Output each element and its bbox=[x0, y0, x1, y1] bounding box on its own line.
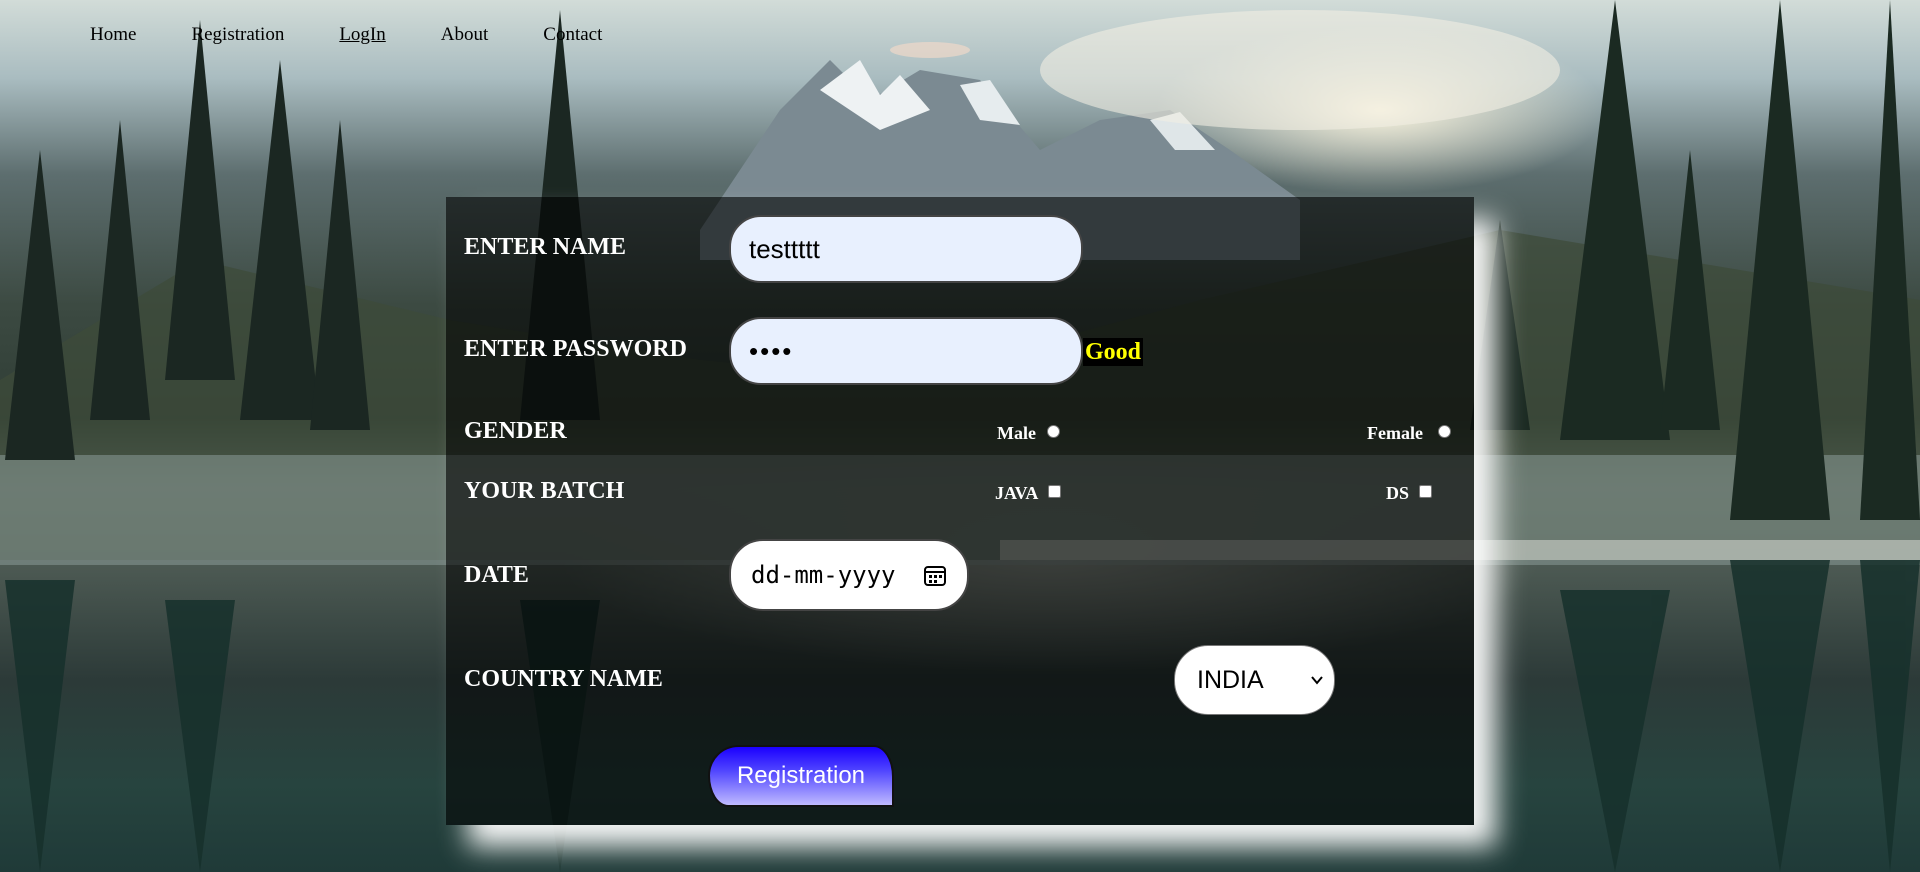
gender-male-radio[interactable] bbox=[1047, 425, 1060, 438]
nav-contact-link[interactable]: Contact bbox=[543, 24, 602, 46]
date-placeholder: dd-mm-yyyy bbox=[751, 561, 896, 589]
registration-submit-button[interactable]: Registration bbox=[708, 745, 894, 807]
batch-ds-label: DS bbox=[1386, 483, 1410, 503]
country-select[interactable]: INDIA bbox=[1174, 645, 1335, 715]
gender-female-radio[interactable] bbox=[1438, 425, 1451, 438]
gender-male-label: Male bbox=[997, 423, 1036, 443]
calendar-icon[interactable] bbox=[923, 563, 947, 587]
batch-label: YOUR BATCH bbox=[464, 478, 625, 504]
nav-home-link[interactable]: Home bbox=[90, 24, 136, 46]
country-label: COUNTRY NAME bbox=[464, 666, 663, 692]
gender-female-label: Female bbox=[1367, 423, 1423, 443]
date-label: DATE bbox=[464, 562, 529, 588]
password-strength-indicator: Good bbox=[1083, 338, 1144, 366]
batch-ds-checkbox[interactable] bbox=[1419, 485, 1432, 498]
password-label: ENTER PASSWORD bbox=[464, 336, 687, 362]
date-input[interactable]: dd-mm-yyyy bbox=[729, 539, 969, 611]
nav-registration-link[interactable]: Registration bbox=[191, 24, 284, 46]
nav-login-link[interactable]: LogIn bbox=[339, 24, 385, 46]
chevron-down-icon bbox=[1311, 676, 1323, 685]
country-selected-value: INDIA bbox=[1197, 665, 1264, 694]
batch-java-checkbox[interactable] bbox=[1048, 485, 1061, 498]
password-input[interactable] bbox=[729, 317, 1083, 385]
batch-java-label: JAVA bbox=[995, 483, 1039, 503]
nav-about-link[interactable]: About bbox=[441, 24, 489, 46]
registration-form: ENTER NAME ENTER PASSWORD Good GENDER Ma… bbox=[446, 197, 1474, 825]
top-nav: Home Registration LogIn About Contact bbox=[90, 24, 657, 46]
gender-label: GENDER bbox=[464, 418, 567, 444]
name-label: ENTER NAME bbox=[464, 234, 627, 260]
registration-button-label: Registration bbox=[736, 762, 866, 789]
name-input[interactable] bbox=[729, 215, 1083, 283]
